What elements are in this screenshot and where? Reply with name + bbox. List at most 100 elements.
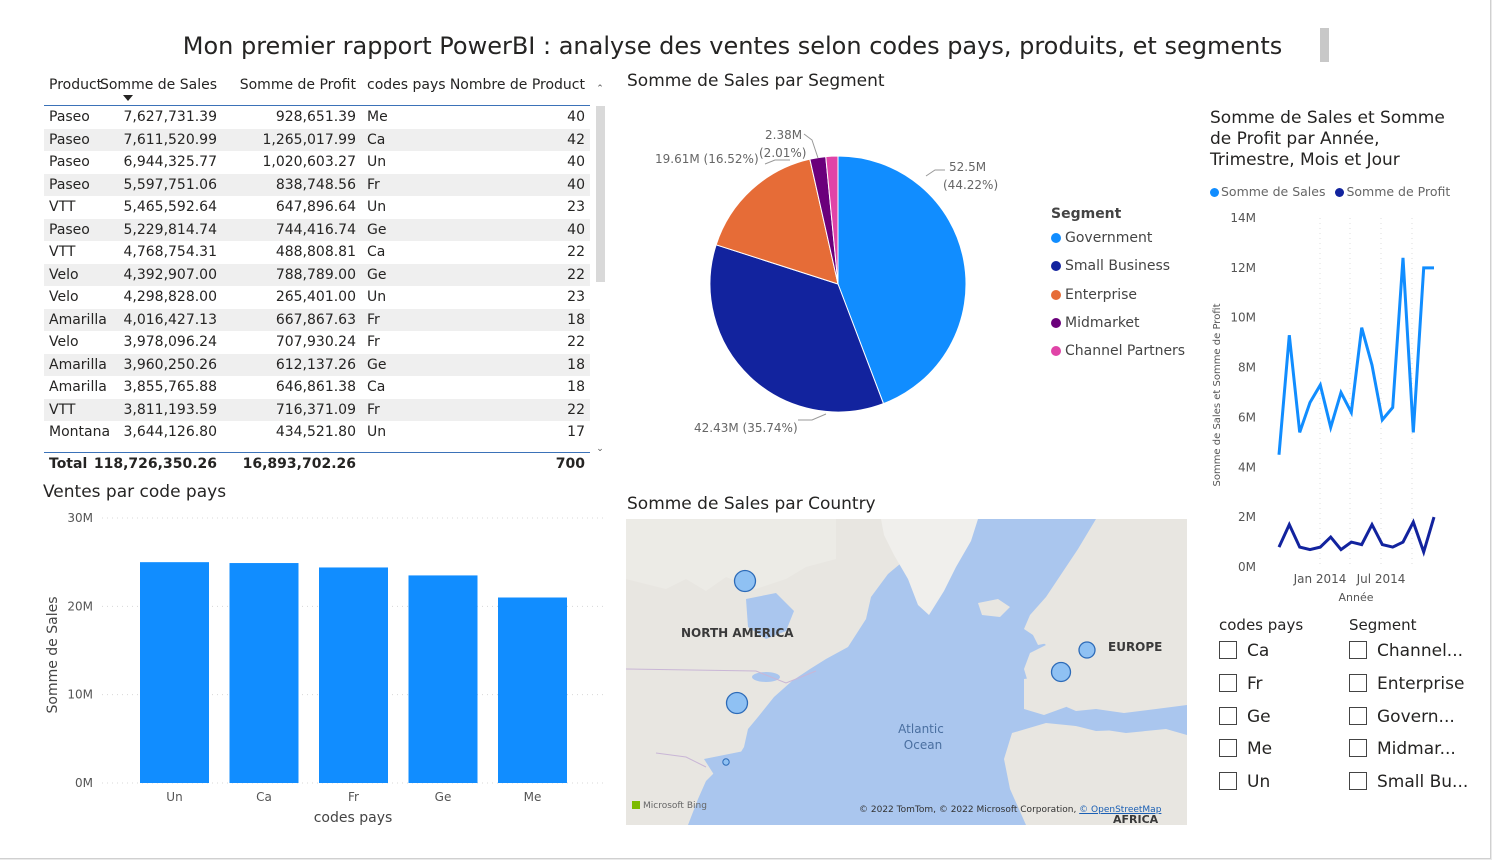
series-line-sales [1277,257,1434,455]
slicer-codes-item[interactable]: Me [1219,739,1272,772]
table-row[interactable]: Amarilla 3,855,765.88 646,861.38 Ca 18 [44,376,590,399]
slicer-segment-item-label: Midmar... [1377,739,1456,760]
map-bubble-france[interactable] [1050,661,1072,683]
slicer-codes-item-label: Ge [1247,706,1271,727]
bar-ca[interactable] [229,563,299,783]
checkbox[interactable] [1349,641,1367,659]
bar-fr[interactable] [319,567,388,783]
cell-profit: 434,521.80 [275,424,356,440]
checkbox[interactable] [1219,706,1237,725]
sort-descending-icon[interactable] [122,94,134,102]
pie-title: Somme de Sales par Segment [627,71,885,91]
cell-product: VTT [49,401,76,418]
checkbox[interactable] [1349,673,1367,692]
slicer-segment-item[interactable]: Enterprise [1349,673,1468,707]
table-row[interactable]: Amarilla 4,016,427.13 667,867.63 Fr 18 [44,308,590,331]
cell-count: 22 [567,266,585,283]
map-view[interactable]: NORTH AMERICA EUROPE Atlantic Ocean AFRI… [626,519,1187,825]
slicer-segment-title: Segment [1349,616,1417,634]
table-row[interactable]: Paseo 6,944,325.77 1,020,603.27 Un 40 [44,151,590,174]
checkbox[interactable] [1349,739,1367,758]
pie-label-midmarket-pct: (2.01%) [759,146,806,160]
table-row[interactable]: Velo 3,978,096.24 707,930.24 Fr 22 [44,331,590,354]
table-row[interactable]: Paseo 7,627,731.39 928,651.39 Me 40 [44,106,590,129]
map-bubble-united-states[interactable] [725,691,749,715]
legend-label-enterprise: Enterprise [1065,286,1138,303]
cell-count: 18 [567,379,585,395]
scroll-thumb[interactable] [596,106,605,282]
table-scrollbar[interactable]: ⌃ ⌄ [594,84,606,466]
bar-me[interactable] [498,597,567,784]
water-great-lakes [752,672,780,682]
cell-product: Amarilla [49,379,107,395]
bar-ge[interactable] [408,575,478,783]
table-row[interactable]: Montana 3,644,126.80 434,521.80 Un 17 [44,421,590,444]
slicer-segment-item[interactable]: Govern... [1349,706,1468,740]
map-bubble-canada[interactable] [733,569,757,593]
legend-label-small-business: Small Business [1065,258,1171,275]
slicer-segment-item[interactable]: Channel... [1349,641,1468,674]
x-tick-jul-2014: Jul 2014 [1356,572,1406,586]
table-row[interactable]: Amarilla 3,960,250.26 612,137.26 Ge 18 [44,353,590,376]
cell-sales: 5,229,814.74 [123,221,217,238]
openstreetmap-link[interactable]: © OpenStreetMap [1079,805,1161,815]
total-label: Total [49,456,88,472]
table-row[interactable]: VTT 4,768,754.31 488,808.81 Ca 22 [44,241,590,264]
map-bubble-germany[interactable] [1078,641,1096,659]
cell-profit: 265,401.00 [275,289,356,305]
line-y-tick: 0M [1238,560,1256,574]
pie-legend-item[interactable]: Small Business [1051,258,1185,286]
cell-product: Velo [49,266,79,283]
map-bubble-mexico[interactable] [722,758,730,766]
slicer-codes-item[interactable]: Un [1219,772,1272,805]
bar-x-tick: Ge [435,790,452,804]
cell-count: 40 [567,176,585,193]
slicer-codes-item[interactable]: Ge [1219,706,1272,740]
pie-legend-item[interactable]: Midmarket [1051,315,1185,343]
col-header-profit[interactable]: Somme de Profit [240,74,356,97]
checkbox[interactable] [1219,739,1237,758]
table-row[interactable]: Velo 4,298,828.00 265,401.00 Un 23 [44,286,590,309]
slicer-segment-item[interactable]: Small Bu... [1349,772,1468,805]
bar-un[interactable] [140,562,209,783]
col-header-product[interactable]: Product [49,74,102,97]
bar-y-tick: 20M [67,599,93,613]
cell-codes: Un [367,424,387,440]
bar-y-tick: 30M [67,511,93,525]
scroll-up-icon[interactable]: ⌃ [594,84,606,94]
cell-sales: 7,627,731.39 [123,109,217,125]
checkbox[interactable] [1349,706,1367,725]
slicer-codes-item-label: Me [1247,739,1273,760]
slicer-segment-item[interactable]: Midmar... [1349,739,1468,772]
pie-label-small-business: 42.43M (35.74%) [694,421,798,435]
cell-profit: 488,808.81 [275,244,356,260]
col-header-sales[interactable]: Somme de Sales [100,74,217,97]
bing-text: Microsoft Bing [643,801,707,811]
col-header-codes[interactable]: codes pays [367,74,446,97]
checkbox[interactable] [1349,772,1367,791]
checkbox[interactable] [1219,772,1237,791]
bar-x-tick: Fr [348,790,359,804]
table-row[interactable]: VTT 5,465,592.64 647,896.64 Un 23 [44,196,590,219]
pie-legend-item[interactable]: Channel Partners [1051,343,1185,371]
cell-sales: 4,768,754.31 [123,244,217,260]
checkbox[interactable] [1219,641,1237,659]
pie-legend-item[interactable]: Government [1051,230,1185,258]
col-header-count[interactable]: Nombre de Product [450,74,585,97]
legend-dot-midmarket [1051,317,1061,328]
table-row[interactable]: Paseo 5,597,751.06 838,748.56 Fr 40 [44,173,590,196]
cell-profit: 1,265,017.99 [262,131,356,148]
table-row[interactable]: Paseo 5,229,814.74 744,416.74 Ge 40 [44,218,590,241]
microsoft-logo-icon [632,801,640,809]
pie-legend-item[interactable]: Enterprise [1051,287,1185,315]
slicer-codes-item-label: Ca [1247,641,1270,661]
table-row[interactable]: VTT 3,811,193.59 716,371.09 Fr 22 [44,398,590,421]
table-row[interactable]: Velo 4,392,907.00 788,789.00 Ge 22 [44,263,590,286]
page-scrollbar[interactable] [1320,28,1329,62]
cell-count: 23 [567,289,585,305]
slicer-codes-item[interactable]: Ca [1219,641,1272,674]
slicer-codes-item[interactable]: Fr [1219,673,1272,707]
checkbox[interactable] [1219,673,1237,692]
scroll-down-icon[interactable]: ⌄ [594,444,606,454]
table-row[interactable]: Paseo 7,611,520.99 1,265,017.99 Ca 42 [44,128,590,151]
